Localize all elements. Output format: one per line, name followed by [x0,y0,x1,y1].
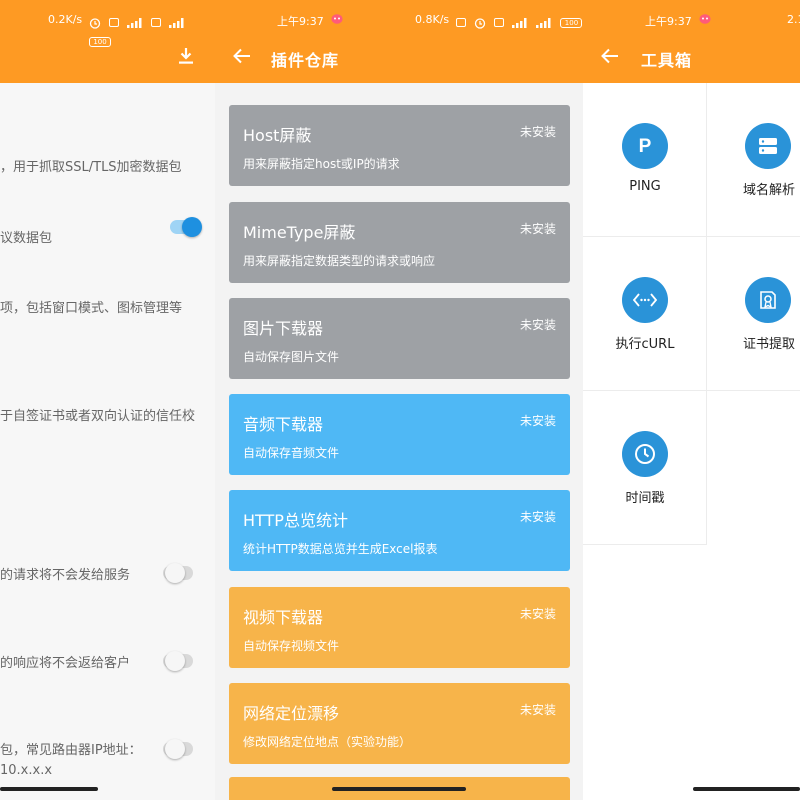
signal-icon [536,17,551,28]
tool-label: 时间戳 [625,491,665,506]
plugin-description: 统计HTTP数据总览并生成Excel报表 [243,542,438,556]
status-net-speed: 0.2K/s [48,13,83,26]
back-arrow-icon[interactable] [601,48,619,64]
status-icons: 100 [86,12,215,47]
code-icon [622,277,668,323]
plugin-description: 自动保存图片文件 [243,350,340,364]
notification-icon [699,14,711,24]
back-arrow-icon[interactable] [233,48,251,64]
tool-dns[interactable]: 域名解析 [707,83,800,237]
status-time: 上午9:37 [645,15,692,28]
toolbox-panel: 上午9:37 2.1 工具箱 P PING 域名解析 执行cURL 证书提取 时… [583,0,800,800]
page-title: 插件仓库 [271,51,340,70]
plugin-name: Host屏蔽 [243,126,312,145]
plugin-card[interactable]: 视频下载器 未安装自动保存视频文件 [229,587,570,668]
plugin-card[interactable]: 音频下载器 未安装自动保存音频文件 [229,394,570,475]
plugin-name: 网络定位漂移 [243,704,340,723]
tool-cert[interactable]: 证书提取 [707,237,800,391]
toggle-switch-off[interactable] [163,563,193,583]
plugin-card[interactable]: Host屏蔽 未安装用来屏蔽指定host或IP的请求 [229,105,570,186]
plugin-description: 用来屏蔽指定host或IP的请求 [243,157,400,171]
setting-row-protocol[interactable]: 议数据包 [0,229,52,249]
plugin-store-app-bar: 上午9:37 0.8K/s 100 插件仓库 [215,0,583,83]
clock-icon [622,431,668,477]
plugin-description: 用来屏蔽指定数据类型的请求或响应 [243,254,436,268]
signal-icon [512,17,527,28]
plugin-name: 音频下载器 [243,415,324,434]
alarm-icon [474,17,486,29]
plugin-card[interactable]: 图片下载器 未安装自动保存图片文件 [229,298,570,379]
svg-text:P: P [639,136,652,157]
status-icons: 100 [453,12,583,29]
setting-row-cert[interactable]: 于自签证书或者双向认证的信任校 [0,407,195,427]
setting-row-window[interactable]: 项，包括窗口模式、图标管理等 [0,299,182,319]
toggle-switch-off[interactable] [163,651,193,671]
plugin-install-status: 未安装 [519,222,556,236]
home-indicator[interactable] [0,787,98,791]
tool-label: PING [629,179,661,194]
tool-curl[interactable]: 执行cURL [583,237,707,391]
hd-icon [151,18,162,27]
tool-ping[interactable]: P PING [583,83,707,237]
plugin-name: 图片下载器 [243,319,324,338]
tool-label: 域名解析 [742,183,795,198]
plugin-description: 修改网络定位地点（实验功能） [243,735,412,749]
settings-app-bar: 0.2K/s 100 [0,0,215,83]
setting-row-router-ip: 10.x.x.x [0,763,53,778]
plugin-install-status: 未安装 [519,607,556,621]
plugin-description: 自动保存音频文件 [243,446,340,460]
hd-icon [109,18,120,27]
signal-icon [169,17,184,28]
battery-icon: 100 [560,17,583,28]
plugin-install-status: 未安装 [519,703,556,717]
plugin-name: MimeType屏蔽 [243,223,356,242]
setting-row-block-response[interactable]: 的响应将不会返给客户 [0,654,130,674]
notification-icon [331,14,343,24]
toolbox-app-bar: 上午9:37 2.1 工具箱 [583,0,800,83]
hd-icon [494,18,505,27]
hd-icon [456,18,466,27]
status-net-speed: 0.8K/s [415,13,450,26]
plugin-install-status: 未安装 [519,510,556,524]
certificate-icon [745,277,791,323]
toggle-switch-on[interactable] [170,217,202,237]
signal-icon [127,17,142,28]
tool-label: 执行cURL [615,337,675,352]
setting-row-block-request[interactable]: 的请求将不会发给服务 [0,566,130,586]
download-icon[interactable] [178,47,194,65]
alarm-icon [89,17,101,29]
toggle-switch-off[interactable] [163,739,193,759]
plugin-name: 视频下载器 [243,608,324,627]
setting-row-router[interactable]: 包，常见路由器IP地址： [0,741,142,761]
ping-icon: P [622,123,668,169]
tool-label: 证书提取 [742,337,795,352]
page-title: 工具箱 [641,51,693,70]
tool-timestamp[interactable]: 时间戳 [583,391,707,545]
home-indicator[interactable] [693,787,800,791]
battery-icon: 100 [89,36,111,47]
home-indicator[interactable] [332,787,466,791]
plugin-name: HTTP总览统计 [243,511,348,530]
status-time: 上午9:37 [277,15,324,28]
plugin-install-status: 未安装 [519,125,556,139]
server-icon [745,123,791,169]
setting-row-ssl[interactable]: ，用于抓取SSL/TLS加密数据包 [0,158,182,178]
plugin-description: 自动保存视频文件 [243,639,340,653]
plugin-card[interactable]: MimeType屏蔽 未安装用来屏蔽指定数据类型的请求或响应 [229,202,570,283]
plugin-install-status: 未安装 [519,414,556,428]
plugin-store-panel: 上午9:37 0.8K/s 100 插件仓库 Host屏蔽 未安装 用来屏蔽指定ho… [215,0,583,800]
plugin-card[interactable]: HTTP总览统计 未安装统计HTTP数据总览并生成Excel报表 [229,490,570,571]
plugin-card[interactable]: 网络定位漂移 未安装修改网络定位地点（实验功能） [229,683,570,764]
settings-panel: 0.2K/s 100 ，用于抓取SSL/TLS加密数据包 议数据包 项，包括窗口… [0,0,215,800]
plugin-install-status: 未安装 [519,318,556,332]
status-net-speed: 2.1 [787,13,800,26]
